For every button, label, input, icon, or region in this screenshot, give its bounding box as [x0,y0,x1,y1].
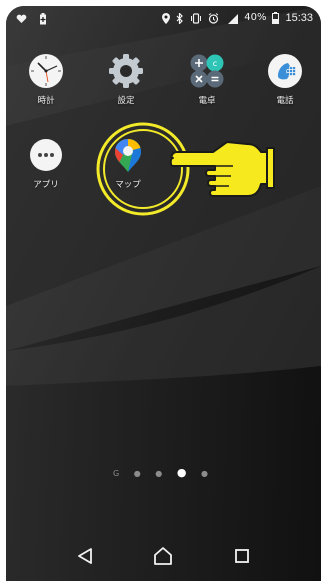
home-screen: 40% 15:33 時計 設定 c 電卓 電話 アプリ マップ G ● ● ● … [6,6,321,581]
battery-percent: 40% [244,12,267,23]
page-dot: ● [200,469,214,478]
home-button[interactable] [151,544,175,568]
back-triangle-icon [78,548,93,564]
svg-text:c: c [213,59,217,68]
clock-icon [29,54,63,88]
app-label-clock: 時計 [37,96,55,106]
pointing-hand-icon [169,141,275,197]
app-phone[interactable]: 電話 [255,52,315,106]
status-bar: 40% 15:33 [6,6,321,32]
calculator-icon: c [190,54,224,88]
page-dot-active: ● [176,466,193,479]
navigation-bar [6,531,321,581]
app-label-settings: 設定 [117,96,135,106]
app-drawer[interactable]: アプリ [16,136,76,190]
app-label-phone: 電話 [276,96,294,106]
app-label-calculator: 電卓 [198,96,216,106]
page-dot: ● [133,469,147,478]
app-settings[interactable]: 設定 [96,52,156,106]
battery-saver-icon [40,13,46,25]
vibrate-icon [191,12,202,24]
phone-icon [268,54,302,88]
alarm-icon [208,12,219,24]
recent-apps-button[interactable] [230,544,254,568]
back-button[interactable] [73,544,97,568]
gear-icon [109,54,143,88]
app-label-app-drawer: アプリ [33,180,59,190]
google-page-label: G [113,469,126,478]
battery-icon [272,12,280,24]
page-dot: ● [155,469,169,478]
app-clock[interactable]: 時計 [16,52,76,106]
health-heart-icon [16,14,27,23]
bluetooth-icon [176,12,184,24]
location-icon [162,12,171,24]
app-calculator[interactable]: c 電卓 [177,52,237,106]
signal-icon [228,13,239,24]
app-drawer-icon [30,139,62,171]
status-time: 15:33 [285,12,313,24]
page-indicator: G ● ● ● ● [6,466,321,479]
recents-square-icon [234,549,249,563]
home-icon [154,547,173,565]
